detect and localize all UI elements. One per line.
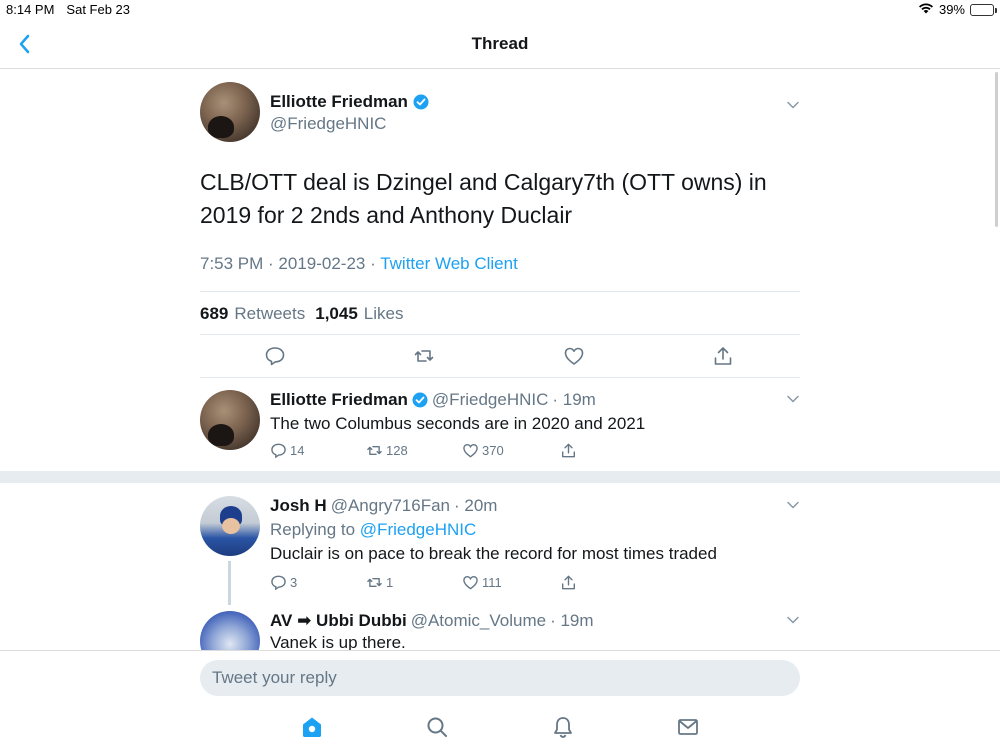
retweets-label[interactable]: Retweets [234, 304, 305, 324]
reply-count: 3 [290, 575, 298, 590]
reply-author-name[interactable]: Elliotte Friedman [270, 390, 408, 410]
replying-to-label: Replying to [270, 520, 356, 539]
share-button[interactable] [560, 442, 577, 459]
reply-actions: 3 1 111 [270, 574, 590, 592]
tweet-text: CLB/OTT deal is Dzingel and Calgary7th (… [200, 169, 767, 228]
retweets-count[interactable]: 689 [200, 304, 228, 324]
tab-bar [0, 715, 1000, 745]
reply-author-name[interactable]: AV ➡ Ubbi Dubbi [270, 611, 407, 631]
like-button[interactable]: 370 [462, 442, 504, 459]
like-button[interactable]: 111 [462, 574, 502, 591]
replying-to: Replying to @FriedgeHNIC [270, 520, 800, 540]
verified-badge-icon [413, 94, 429, 110]
mail-icon[interactable] [676, 715, 700, 739]
reply-text: The two Columbus seconds are in 2020 and… [270, 414, 646, 433]
avatar[interactable] [200, 82, 260, 142]
retweet-count: 1 [386, 575, 394, 590]
retweet-count: 128 [386, 443, 408, 458]
home-icon[interactable] [300, 715, 324, 739]
reply-actions: 14 128 370 [270, 442, 590, 460]
reply-age: · 20m [454, 496, 498, 515]
reply-icon [271, 575, 286, 591]
tweet-timestamp: 7:53 PM · 2019-02-23 · [200, 254, 381, 273]
share-icon [562, 575, 575, 590]
heart-icon [463, 576, 478, 590]
avatar[interactable] [200, 496, 260, 556]
engagement-counts: 689 Retweets 1,045 Likes [200, 304, 403, 324]
retweet-icon [367, 445, 382, 456]
share-icon[interactable] [712, 345, 734, 367]
status-time: 8:14 PM [6, 2, 55, 17]
replying-to-link[interactable]: @FriedgeHNIC [360, 520, 476, 539]
search-icon[interactable] [425, 715, 449, 739]
reply-icon[interactable] [264, 345, 286, 367]
section-separator [0, 471, 1000, 483]
retweet-icon [367, 577, 382, 588]
page-title: Thread [471, 34, 529, 53]
nav-bar: Thread [0, 20, 1000, 69]
heart-icon [463, 444, 478, 458]
chevron-down-icon[interactable] [786, 498, 800, 512]
retweet-icon[interactable] [413, 345, 435, 367]
reply-text: Duclair is on pace to break the record f… [270, 544, 717, 563]
retweet-button[interactable]: 1 [366, 574, 393, 591]
retweet-button[interactable]: 128 [366, 442, 408, 459]
divider [200, 334, 800, 335]
reply-icon [271, 443, 286, 459]
status-date: Sat Feb 23 [66, 2, 131, 17]
reply-age: · 19m [552, 390, 596, 409]
divider [200, 377, 800, 378]
author-block[interactable]: Elliotte Friedman @FriedgeHNIC [270, 92, 429, 134]
tweet-client-link[interactable]: Twitter Web Client [380, 254, 518, 273]
tweet-meta: 7:53 PM · 2019-02-23 · Twitter Web Clien… [200, 254, 518, 274]
reply-input[interactable] [200, 660, 800, 696]
like-count: 370 [482, 443, 504, 458]
scrollbar[interactable] [995, 72, 998, 227]
battery-icon [970, 3, 997, 16]
avatar[interactable] [200, 390, 260, 450]
battery-percent: 39% [938, 2, 965, 17]
reply-author-handle: @Angry716Fan [330, 496, 451, 515]
chevron-down-icon[interactable] [786, 98, 800, 112]
author-name[interactable]: Elliotte Friedman [270, 92, 408, 112]
heart-icon[interactable] [563, 345, 585, 367]
reply-count: 14 [290, 443, 305, 458]
chevron-down-icon[interactable] [786, 613, 800, 627]
reply-button[interactable]: 14 [270, 442, 304, 459]
likes-count[interactable]: 1,045 [315, 304, 358, 324]
author-handle: @FriedgeHNIC [270, 114, 387, 133]
chevron-down-icon[interactable] [786, 392, 800, 406]
reply-button[interactable]: 3 [270, 574, 297, 591]
divider [200, 291, 800, 292]
verified-badge-icon [412, 392, 428, 408]
share-button[interactable] [560, 574, 577, 591]
tweet-actions [200, 345, 800, 367]
like-count: 111 [482, 575, 502, 590]
reply-composer [0, 650, 1000, 750]
reply-age: · 19m [550, 611, 594, 630]
reply-author-name[interactable]: Josh H [270, 496, 327, 516]
share-icon [562, 443, 575, 458]
likes-label[interactable]: Likes [364, 304, 404, 324]
thread-connector-line [228, 561, 231, 605]
bell-icon[interactable] [551, 715, 575, 739]
reply-author-handle: @Atomic_Volume [410, 611, 547, 630]
reply-author-handle: @FriedgeHNIC [431, 390, 549, 409]
status-bar: 8:14 PM Sat Feb 23 39% [0, 0, 1000, 20]
wifi-icon [918, 2, 934, 17]
